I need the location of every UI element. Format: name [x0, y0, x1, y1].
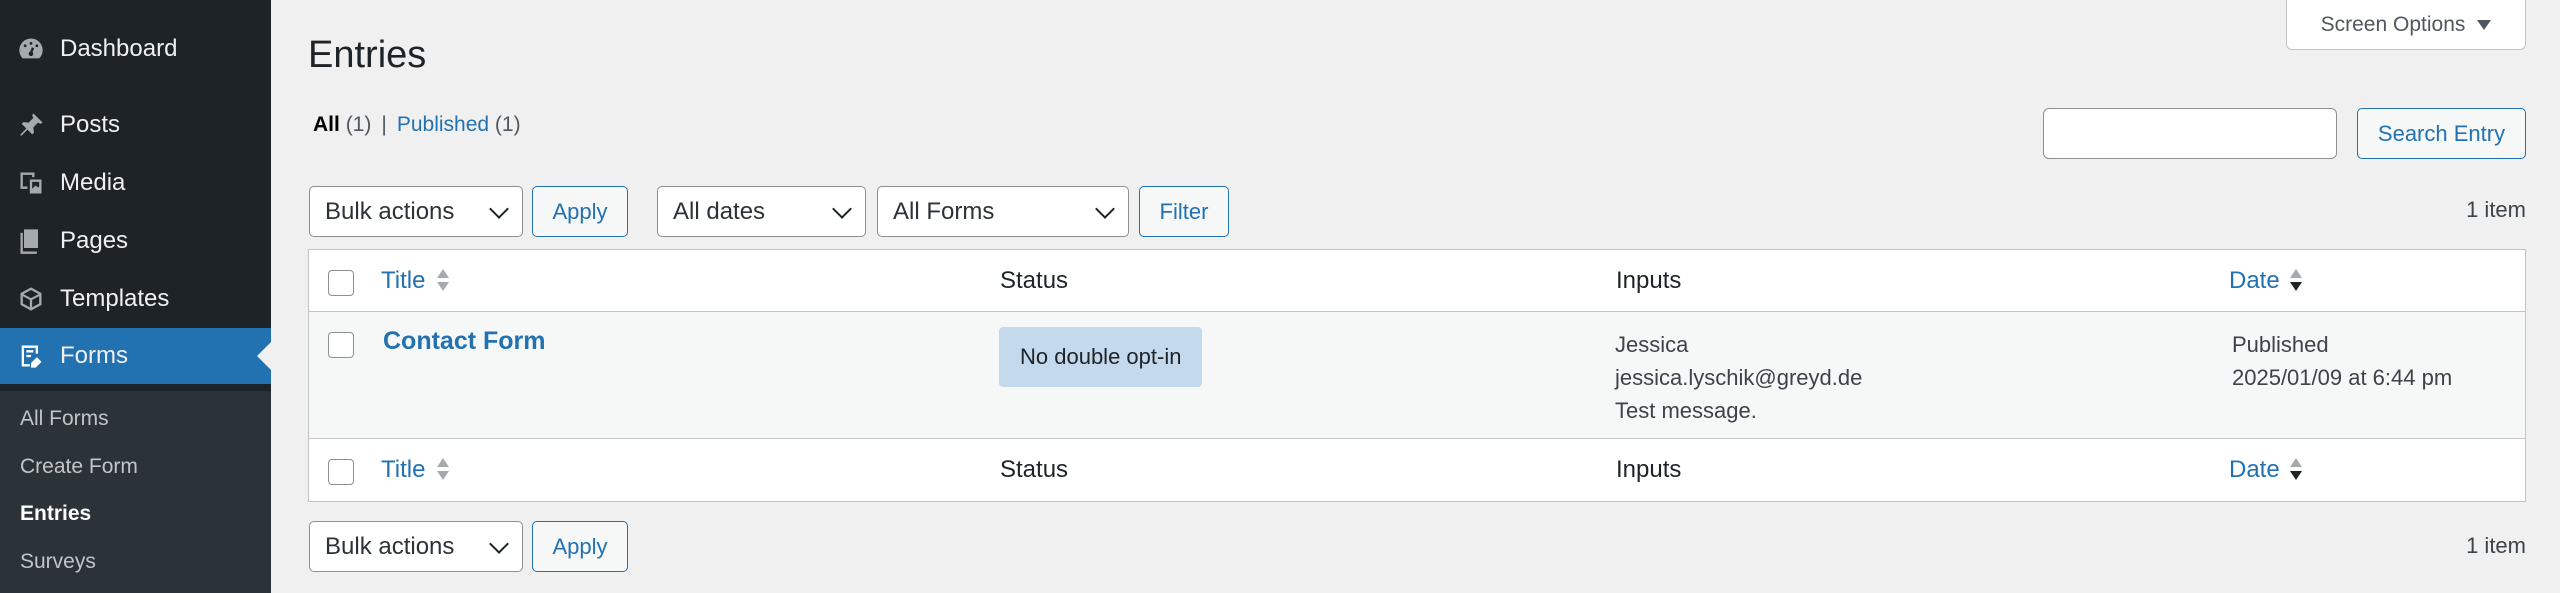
dates-filter-value: All dates: [673, 197, 766, 225]
dashboard-icon: [16, 34, 46, 64]
input-value: Test message.: [1615, 398, 1757, 423]
sidebar-item-label: Dashboard: [60, 35, 178, 62]
filter-button[interactable]: Filter: [1139, 186, 1229, 237]
page-title: Entries: [308, 34, 427, 76]
items-count-top: 1 item: [2466, 197, 2526, 222]
view-all-link[interactable]: All: [313, 113, 340, 136]
entry-date: Published 2025/01/09 at 6:44 pm: [2232, 328, 2452, 394]
select-all-checkbox-footer[interactable]: [328, 459, 354, 485]
column-title-header[interactable]: Title: [381, 267, 425, 295]
entries-table: Title Status Inputs Date Contact Form No…: [308, 249, 2526, 502]
caret-down-icon: [2477, 19, 2492, 30]
sidebar-item-label: Templates: [60, 285, 170, 312]
entry-title-link[interactable]: Contact Form: [383, 327, 546, 356]
forms-filter-select[interactable]: All Forms: [877, 186, 1129, 237]
table-header-row: Title Status Inputs Date: [309, 250, 2525, 312]
bulk-actions-value: Bulk actions: [325, 532, 455, 560]
column-status-footer: Status: [1000, 456, 1069, 483]
date-status: Published: [2232, 332, 2329, 357]
input-value: jessica.lyschik@greyd.de: [1615, 365, 1863, 390]
column-date-header[interactable]: Date: [2229, 267, 2280, 295]
bulk-actions-value: Bulk actions: [325, 197, 455, 225]
screen-options-label: Screen Options: [2320, 12, 2466, 36]
entry-inputs: Jessica jessica.lyschik@greyd.de Test me…: [1615, 328, 1862, 427]
search-entry-button[interactable]: Search Entry: [2357, 108, 2526, 159]
sidebar-item-dashboard[interactable]: Dashboard: [0, 21, 271, 77]
status-badge: No double opt-in: [999, 327, 1203, 387]
sort-desc-icon[interactable]: [2290, 458, 2302, 482]
chevron-down-icon: [489, 534, 509, 554]
admin-sidebar: Dashboard Posts Media Pages Templates Fo…: [0, 0, 271, 593]
sidebar-item-posts[interactable]: Posts: [0, 97, 271, 153]
search-input[interactable]: [2043, 108, 2337, 159]
sort-desc-icon[interactable]: [2290, 269, 2302, 293]
media-icon: [16, 168, 46, 198]
sidebar-item-templates[interactable]: Templates: [0, 271, 271, 327]
view-separator: |: [381, 113, 387, 136]
pushpin-icon: [16, 110, 46, 140]
sidebar-item-label: Forms: [60, 342, 128, 369]
apply-button-top[interactable]: Apply: [532, 186, 628, 237]
cube-icon: [16, 284, 46, 314]
forms-icon: [16, 341, 46, 371]
input-value: Jessica: [1615, 332, 1689, 357]
screen-options-button[interactable]: Screen Options: [2286, 0, 2526, 50]
view-all-count: (1): [345, 113, 372, 136]
select-all-checkbox[interactable]: [328, 270, 354, 296]
column-date-footer[interactable]: Date: [2229, 456, 2280, 484]
table-row: Contact Form No double opt-in Jessica je…: [309, 312, 2525, 439]
table-footer-row: Title Status Inputs Date: [309, 439, 2525, 501]
forms-submenu: All Forms Create Form Entries Surveys: [0, 391, 271, 593]
view-published-link[interactable]: Published: [397, 113, 489, 136]
sort-icon[interactable]: [437, 269, 449, 293]
sidebar-item-label: Posts: [60, 111, 121, 138]
column-status-header: Status: [1000, 267, 1069, 294]
items-count-bottom: 1 item: [2466, 533, 2526, 558]
submenu-item-surveys[interactable]: Surveys: [20, 550, 96, 574]
chevron-down-icon: [832, 199, 852, 219]
submenu-item-all-forms[interactable]: All Forms: [20, 407, 109, 431]
sort-icon[interactable]: [437, 458, 449, 482]
bulk-actions-select-bottom[interactable]: Bulk actions: [309, 521, 523, 572]
view-filters: All (1) | Published (1): [313, 113, 521, 137]
sidebar-item-pages[interactable]: Pages: [0, 213, 271, 269]
date-value: 2025/01/09 at 6:44 pm: [2232, 365, 2453, 390]
pages-icon: [16, 226, 46, 256]
submenu-item-create-form[interactable]: Create Form: [20, 455, 138, 479]
apply-button-bottom[interactable]: Apply: [532, 521, 628, 572]
chevron-down-icon: [1095, 199, 1115, 219]
sidebar-item-media[interactable]: Media: [0, 155, 271, 211]
bulk-actions-select-top[interactable]: Bulk actions: [309, 186, 523, 237]
sidebar-item-forms[interactable]: Forms: [0, 328, 271, 384]
column-title-footer[interactable]: Title: [381, 456, 425, 484]
sidebar-item-label: Media: [60, 169, 126, 196]
forms-filter-value: All Forms: [893, 197, 995, 225]
sidebar-item-label: Pages: [60, 227, 129, 254]
column-inputs-footer: Inputs: [1616, 456, 1682, 483]
view-published-count: (1): [494, 113, 521, 136]
dates-filter-select[interactable]: All dates: [657, 186, 866, 237]
chevron-down-icon: [489, 199, 509, 219]
submenu-item-entries[interactable]: Entries: [20, 502, 91, 526]
row-checkbox[interactable]: [328, 332, 354, 358]
column-inputs-header: Inputs: [1616, 267, 1682, 294]
